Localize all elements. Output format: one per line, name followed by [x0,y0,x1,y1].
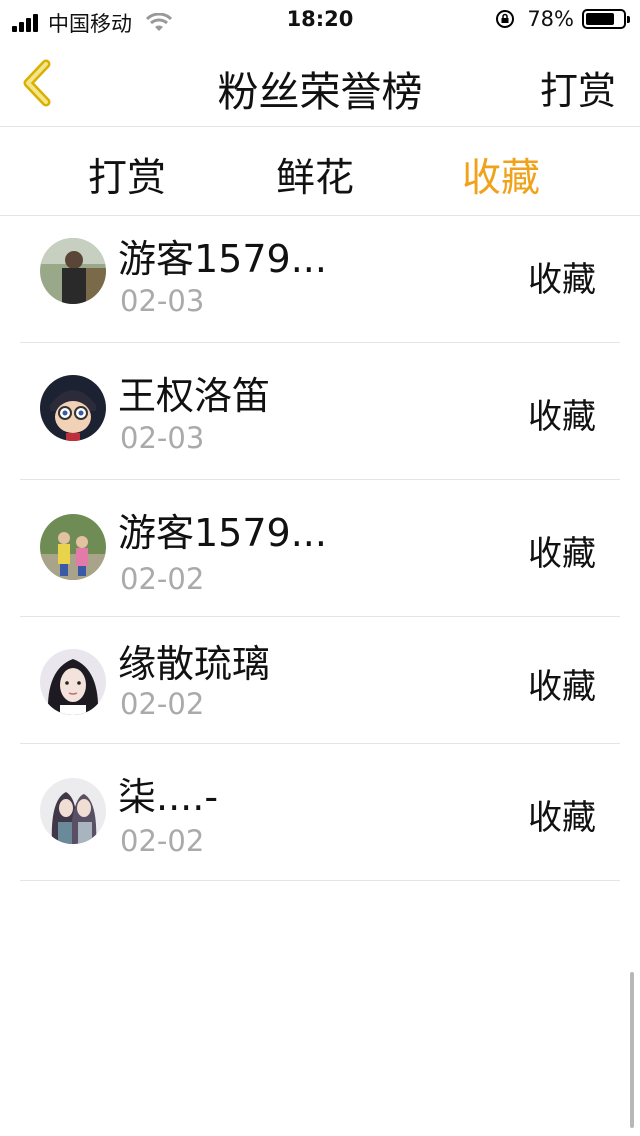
list-item[interactable]: 缘散琉璃 02-02 收藏 [20,617,620,744]
nav-bar: 粉丝荣誉榜 打赏 [0,40,640,127]
date-label: 02-02 [120,824,205,858]
status-bar: 中国移动 18:20 78% [0,0,640,40]
avatar [40,238,106,304]
rotation-lock-icon [496,10,515,28]
list-item[interactable]: 柒....- 02-02 收藏 [20,744,620,881]
avatar [40,778,106,844]
battery-percent: 78% [527,7,574,31]
action-label: 收藏 [528,260,596,300]
user-name: 游客1579... [118,237,327,281]
battery-fill [586,13,614,25]
tab-bar: 打赏 鲜花 收藏 [0,127,640,216]
user-name: 游客1579... [118,511,327,555]
action-label: 收藏 [528,534,596,574]
list-item[interactable]: 王权洛笛 02-03 收藏 [20,343,620,480]
reward-button[interactable]: 打赏 [540,60,616,115]
status-right: 78% [495,7,630,31]
avatar [40,514,106,580]
fan-list: 游客1579... 02-03 收藏 王权洛笛 02-03 收藏 游客1579.… [20,216,620,881]
tab-favorites[interactable]: 收藏 [462,147,540,203]
scrollbar[interactable] [630,972,634,1128]
tab-flowers[interactable]: 鲜花 [276,147,354,203]
date-label: 02-03 [120,421,205,455]
avatar [40,649,106,715]
avatar [40,375,106,441]
action-label: 收藏 [528,667,596,707]
user-name: 王权洛笛 [118,374,271,418]
user-name: 缘散琉璃 [118,642,271,686]
date-label: 02-02 [120,562,205,596]
battery-icon [582,9,630,29]
date-label: 02-03 [120,284,205,318]
list-item[interactable]: 游客1579... 02-03 收藏 [20,216,620,343]
date-label: 02-02 [120,687,205,721]
user-name: 柒....- [118,775,219,819]
tab-reward[interactable]: 打赏 [88,147,166,203]
action-label: 收藏 [528,397,596,437]
list-item[interactable]: 游客1579... 02-02 收藏 [20,480,620,617]
action-label: 收藏 [528,798,596,838]
